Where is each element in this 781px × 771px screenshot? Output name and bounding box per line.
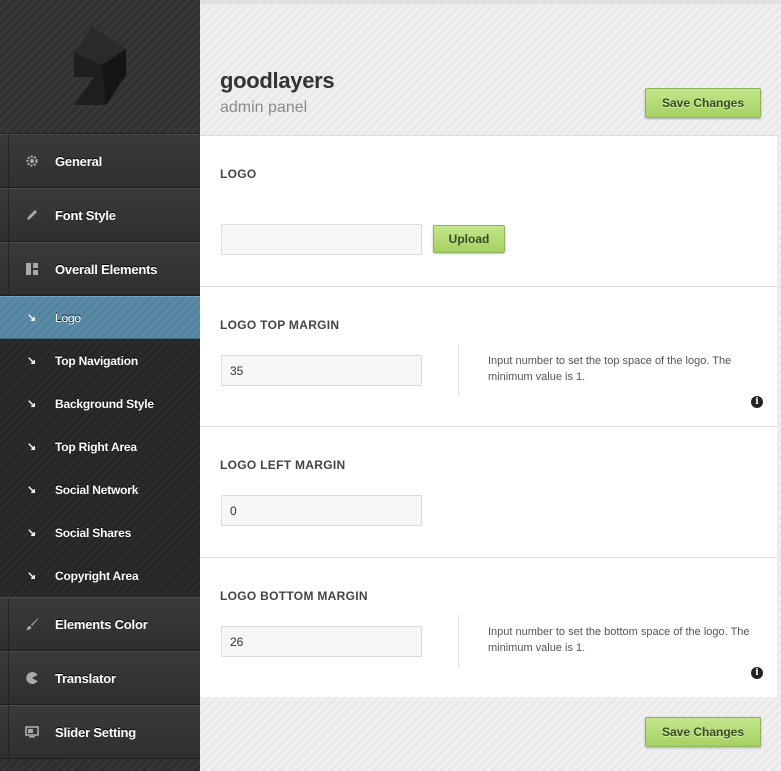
logo-url-input[interactable]	[221, 224, 422, 255]
submenu-overall-elements: ↘ Logo ↘ Top Navigation ↘ Background Sty…	[0, 296, 200, 598]
section-title: LOGO BOTTOM MARGIN	[220, 589, 368, 603]
arrow-icon: ↘	[27, 398, 37, 410]
sidebar-item-label: Elements Color	[55, 616, 148, 632]
arrow-icon: ↘	[27, 441, 37, 453]
section-title: LOGO LEFT MARGIN	[220, 458, 346, 472]
sidebar-item-slider-setting[interactable]: Slider Setting	[0, 705, 200, 759]
sidebar-subitem-label: Background Style	[55, 396, 154, 411]
logo-left-margin-input[interactable]	[221, 495, 422, 526]
brush-icon	[24, 616, 40, 632]
sidebar-subitem-logo[interactable]: ↘ Logo	[0, 296, 200, 339]
sidebar-subitem-label: Social Shares	[55, 525, 132, 540]
arrow-icon: ↘	[27, 527, 37, 539]
sidebar-item-label: Slider Setting	[55, 724, 136, 740]
section-title: LOGO	[220, 167, 257, 181]
logo-bottom-margin-input[interactable]	[221, 626, 422, 657]
page-subtitle: admin panel	[220, 99, 308, 116]
field-description: Input number to set the top space of the…	[488, 355, 732, 383]
field-description: Input number to set the bottom space of …	[488, 626, 750, 654]
divider	[458, 615, 459, 667]
sidebar-item-label: Translator	[55, 670, 116, 686]
monitor-icon	[24, 724, 40, 740]
page-title: goodlayers	[220, 68, 335, 93]
arrow-icon: ↘	[27, 312, 37, 324]
sidebar-subitem-label: Logo	[55, 310, 81, 325]
layout-icon	[24, 261, 40, 277]
pencil-icon	[24, 207, 40, 223]
save-changes-button-bottom[interactable]: Save Changes	[645, 717, 761, 747]
sidebar-subitem-label: Copyright Area	[55, 568, 139, 583]
brand-logo-area	[0, 0, 200, 134]
upload-button[interactable]: Upload	[433, 225, 505, 253]
sidebar-subitem-top-navigation[interactable]: ↘ Top Navigation	[0, 339, 200, 382]
brand-logo-icon	[74, 27, 126, 105]
sidebar-item-label: General	[55, 153, 103, 169]
sidebar-subitem-copyright-area[interactable]: ↘ Copyright Area	[0, 554, 200, 597]
sidebar-subitem-top-right-area[interactable]: ↘ Top Right Area	[0, 425, 200, 468]
info-icon[interactable]: i	[751, 667, 763, 679]
save-changes-button[interactable]: Save Changes	[645, 88, 761, 118]
arrow-icon: ↘	[27, 484, 37, 496]
sidebar-item-font-style[interactable]: Font Style	[0, 188, 200, 242]
sidebar-item-general[interactable]: General	[0, 134, 200, 188]
sidebar-subitem-social-shares[interactable]: ↘ Social Shares	[0, 511, 200, 554]
sidebar-item-label: Overall Elements	[55, 261, 158, 277]
arrow-icon: ↘	[27, 355, 37, 367]
section-title: LOGO TOP MARGIN	[220, 318, 340, 332]
sidebar: General Font Style Overall Elements ↘ Lo…	[0, 0, 200, 771]
section-logo-left-margin: LOGO LEFT MARGIN	[200, 426, 777, 557]
section-logo-top-margin: LOGO TOP MARGIN Input number to set the …	[200, 286, 777, 426]
info-icon[interactable]: i	[751, 396, 763, 408]
sidebar-subitem-label: Top Navigation	[55, 353, 138, 368]
sidebar-item-overall-elements[interactable]: Overall Elements	[0, 242, 200, 296]
gear-icon	[24, 153, 40, 169]
sidebar-subitem-background-style[interactable]: ↘ Background Style	[0, 382, 200, 425]
section-logo-bottom-margin: LOGO BOTTOM MARGIN Input number to set t…	[200, 557, 777, 697]
sidebar-subitem-label: Top Right Area	[55, 439, 137, 454]
section-logo: LOGO Upload	[200, 135, 777, 286]
sidebar-subitem-social-network[interactable]: ↘ Social Network	[0, 468, 200, 511]
main-panel: goodlayers admin panel Save Changes LOGO…	[200, 0, 781, 771]
sidebar-subitem-label: Social Network	[55, 482, 139, 497]
arrow-icon: ↘	[27, 570, 37, 582]
pacman-icon	[24, 670, 40, 686]
divider	[458, 344, 459, 396]
logo-top-margin-input[interactable]	[221, 355, 422, 386]
sidebar-item-translator[interactable]: Translator	[0, 651, 200, 705]
sidebar-item-label: Font Style	[55, 207, 116, 223]
sidebar-item-elements-color[interactable]: Elements Color	[0, 597, 200, 651]
header: goodlayers admin panel Save Changes	[200, 4, 781, 135]
